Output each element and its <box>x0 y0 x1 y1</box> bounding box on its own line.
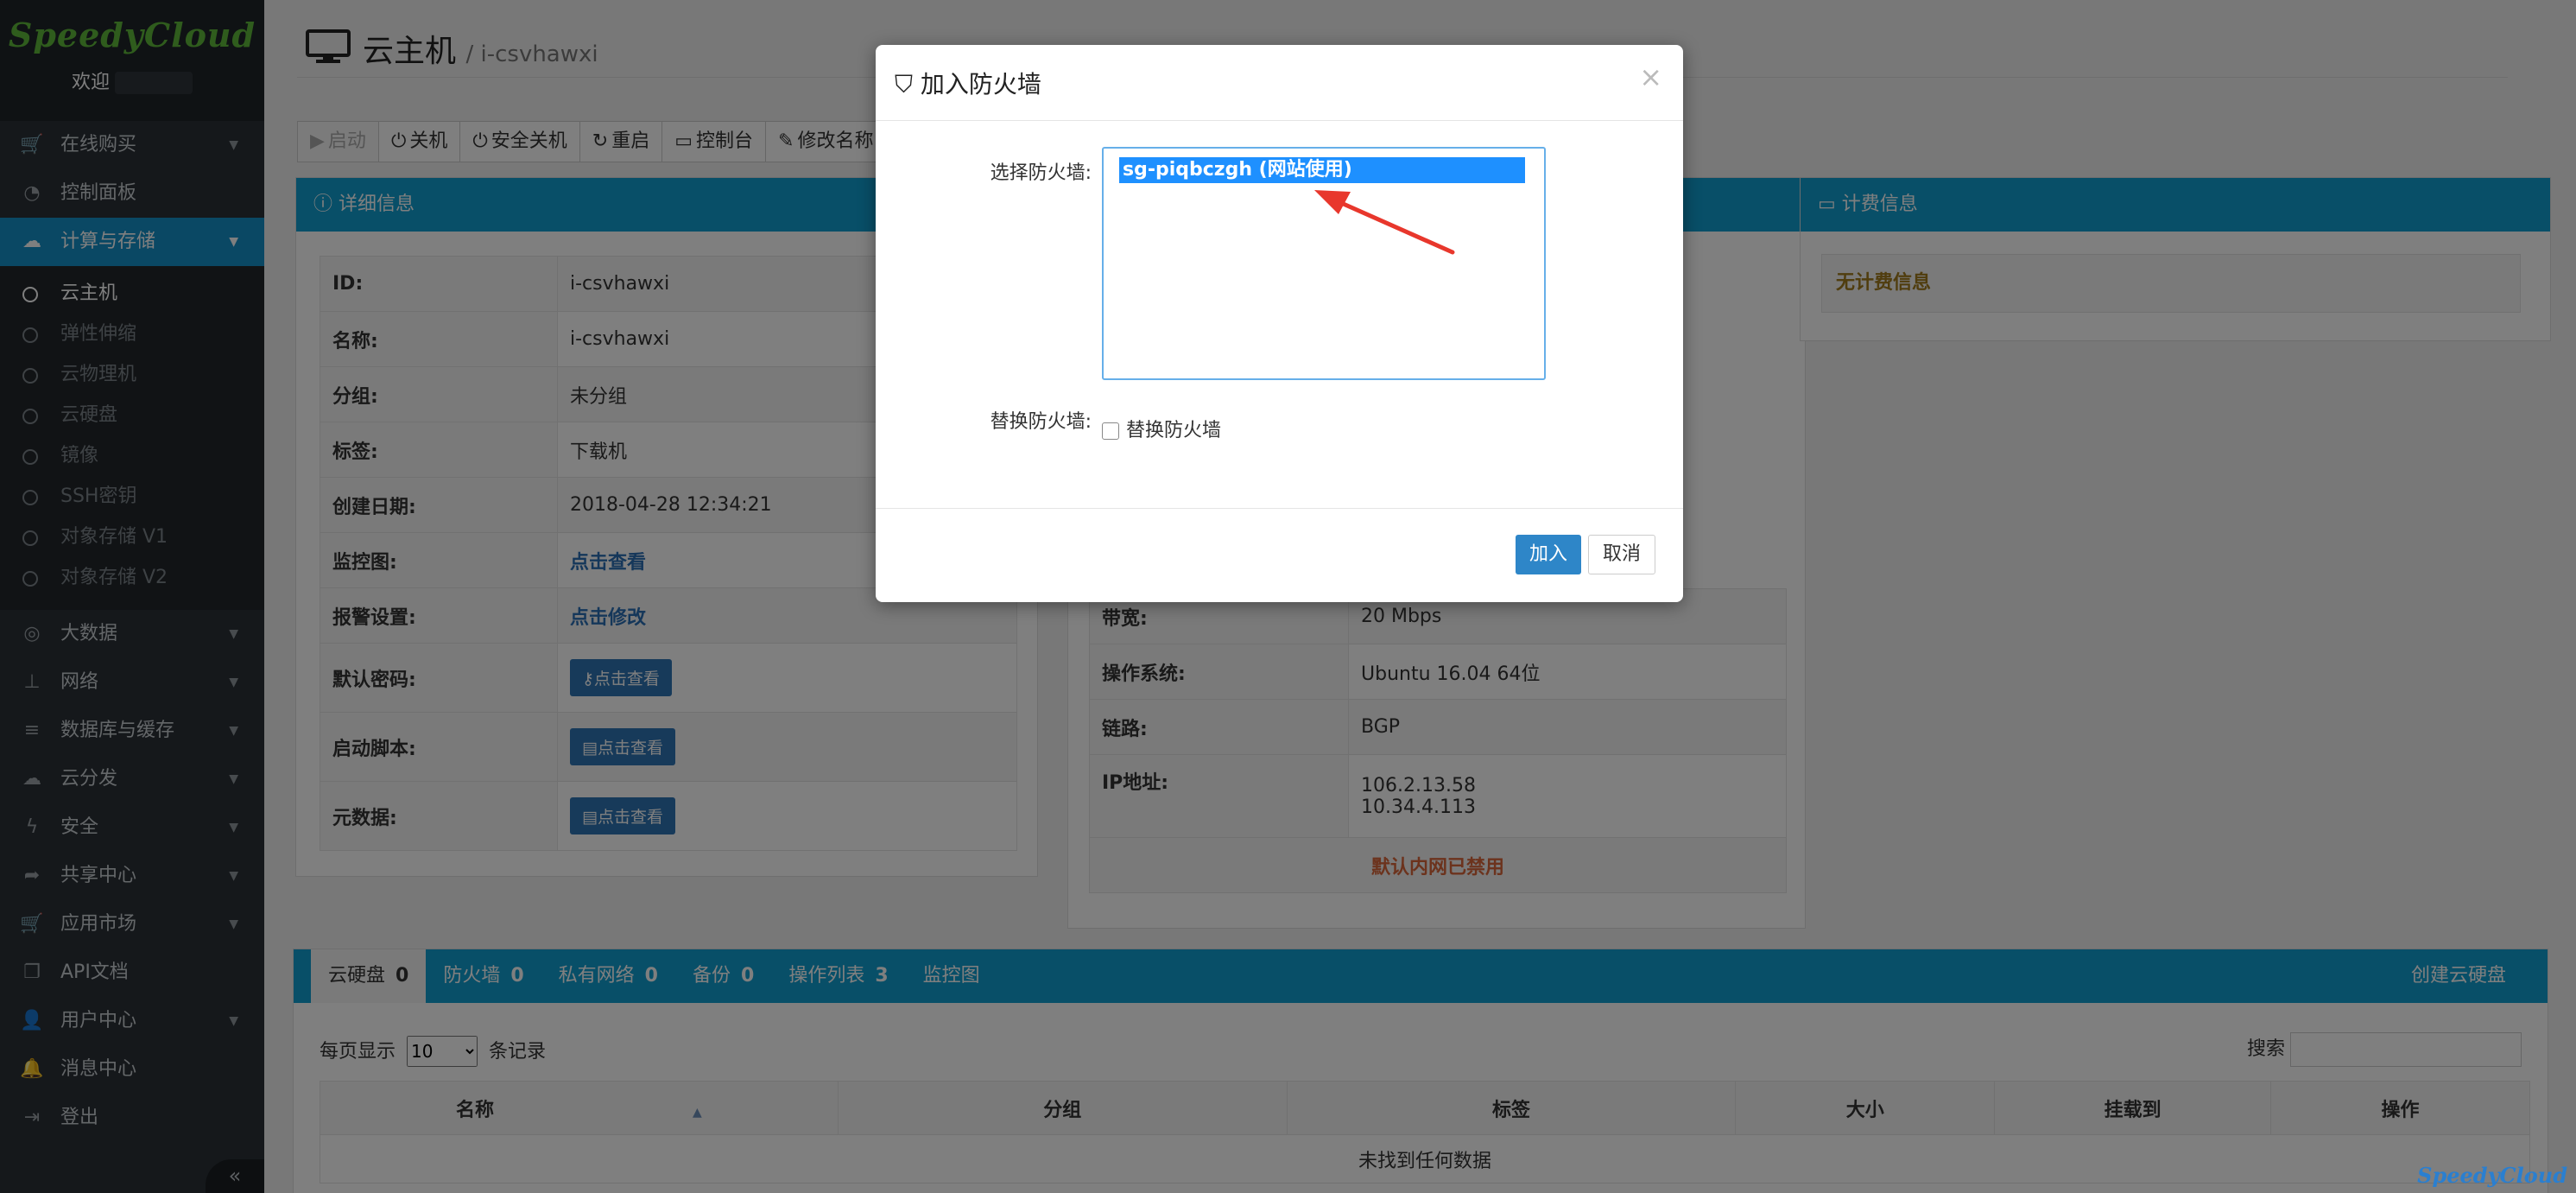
shield-icon: ⛉ <box>895 70 921 98</box>
add-firewall-modal: ⛉ 加入防火墙 × 选择防火墙: sg-piqbczgh (网站使用) 替换防火… <box>876 45 1683 602</box>
modal-header: ⛉ 加入防火墙 × <box>876 45 1683 121</box>
modal-title: ⛉ 加入防火墙 <box>895 70 1041 98</box>
watermark-logo: SpeedyCloud <box>2417 1163 2567 1188</box>
firewall-select-label: 选择防火墙: <box>990 162 1092 184</box>
replace-firewall-label: 替换防火墙: <box>990 411 1092 433</box>
replace-firewall-row: 替换防火墙 <box>1102 415 1221 442</box>
close-icon[interactable]: × <box>1639 60 1662 93</box>
firewall-option[interactable]: sg-piqbczgh (网站使用) <box>1119 157 1525 183</box>
modal-footer: 加入 取消 <box>876 508 1683 602</box>
firewall-select-list[interactable]: sg-piqbczgh (网站使用) <box>1102 147 1546 380</box>
add-button[interactable]: 加入 <box>1515 535 1581 574</box>
annotation-arrow-icon <box>1314 190 1455 255</box>
replace-firewall-checkbox[interactable] <box>1102 422 1119 440</box>
replace-firewall-check-label: 替换防火墙 <box>1126 420 1222 441</box>
cancel-button[interactable]: 取消 <box>1587 535 1655 574</box>
